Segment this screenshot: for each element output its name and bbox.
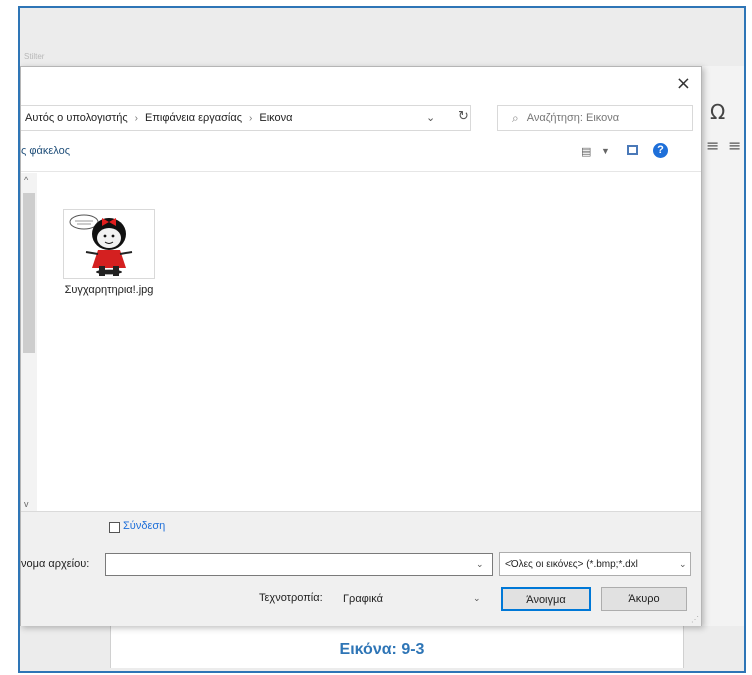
background-faint-label: Stilter: [24, 52, 45, 61]
address-dropdown-chevron-icon[interactable]: ⌄: [426, 111, 435, 124]
file-thumbnail-image[interactable]: [63, 209, 155, 279]
tools-label: Τεχνοτροπία:: [259, 592, 323, 604]
scroll-down-icon[interactable]: v: [24, 499, 29, 509]
address-bar[interactable]: Αυτός ο υπολογιστής › Επιφάνεια εργασίας…: [21, 105, 471, 131]
search-icon: ⌕: [512, 110, 519, 125]
align-right-icon[interactable]: ≡: [728, 136, 741, 155]
cancel-button[interactable]: Άκυρο: [601, 587, 687, 611]
figure-frame: Stilter Ω ≡ ≡ × Αυτός ο υπολογιστής › Επ…: [18, 6, 746, 673]
preview-pane-icon[interactable]: [627, 145, 638, 155]
insert-picture-dialog: × Αυτός ο υπολογιστής › Επιφάνεια εργασί…: [20, 66, 702, 626]
mafalda-cartoon-icon: [69, 214, 133, 276]
search-placeholder: Αναζήτηση: Εικονα: [526, 112, 620, 124]
link-to-file-label[interactable]: Σύνδεση: [123, 520, 165, 532]
dialog-toolbar: ς φάκελος ▤ ▼ ?: [21, 139, 701, 167]
align-center-icon[interactable]: ≡: [706, 136, 719, 155]
tools-select[interactable]: Γραφικά: [339, 587, 491, 611]
refresh-icon[interactable]: ↻: [458, 109, 469, 124]
file-type-select[interactable]: <Όλες οι εικόνες> (*.bmp;*.dxl: [499, 552, 691, 576]
tools-dropdown-chevron-icon[interactable]: ⌄: [473, 593, 481, 604]
file-name-label: Συγχαρητηρια!.jpg: [64, 284, 154, 296]
file-name-field-label: νομα αρχείου:: [21, 558, 90, 570]
breadcrumb-separator-icon[interactable]: ›: [249, 113, 252, 124]
file-type-dropdown-chevron-icon[interactable]: ⌄: [679, 559, 687, 570]
new-folder-button[interactable]: ς φάκελος: [21, 145, 70, 157]
figure-caption: Εικόνα: 9-3: [339, 641, 425, 658]
file-name-input[interactable]: [105, 553, 493, 576]
search-box[interactable]: ⌕ Αναζήτηση: Εικονα: [497, 105, 693, 131]
divider: [21, 171, 701, 172]
file-name-dropdown-chevron-icon[interactable]: ⌄: [476, 559, 484, 570]
breadcrumb-this-pc[interactable]: Αυτός ο υπολογιστής: [25, 112, 128, 124]
breadcrumb-desktop[interactable]: Επιφάνεια εργασίας: [145, 112, 242, 124]
breadcrumb-folder[interactable]: Εικονα: [259, 112, 292, 124]
breadcrumb-separator-icon[interactable]: ›: [135, 113, 138, 124]
file-item[interactable]: Συγχαρητηρια!.jpg: [59, 209, 159, 298]
open-button[interactable]: Άνοιγμα: [501, 587, 591, 611]
help-icon[interactable]: ?: [653, 143, 668, 158]
close-icon[interactable]: ×: [676, 73, 691, 94]
resize-grip-icon[interactable]: ⋰: [691, 615, 699, 624]
view-dropdown-chevron-icon[interactable]: ▼: [601, 146, 610, 156]
scroll-up-icon[interactable]: ^: [24, 175, 28, 185]
link-to-file-checkbox[interactable]: [109, 522, 120, 533]
scrollbar-thumb[interactable]: [23, 193, 35, 353]
omega-symbol-icon[interactable]: Ω: [710, 100, 725, 124]
view-options-icon[interactable]: ▤: [581, 145, 591, 158]
dialog-bottom-panel: Σύνδεση νομα αρχείου: ⌄ <Όλες οι εικόνες…: [21, 511, 701, 626]
